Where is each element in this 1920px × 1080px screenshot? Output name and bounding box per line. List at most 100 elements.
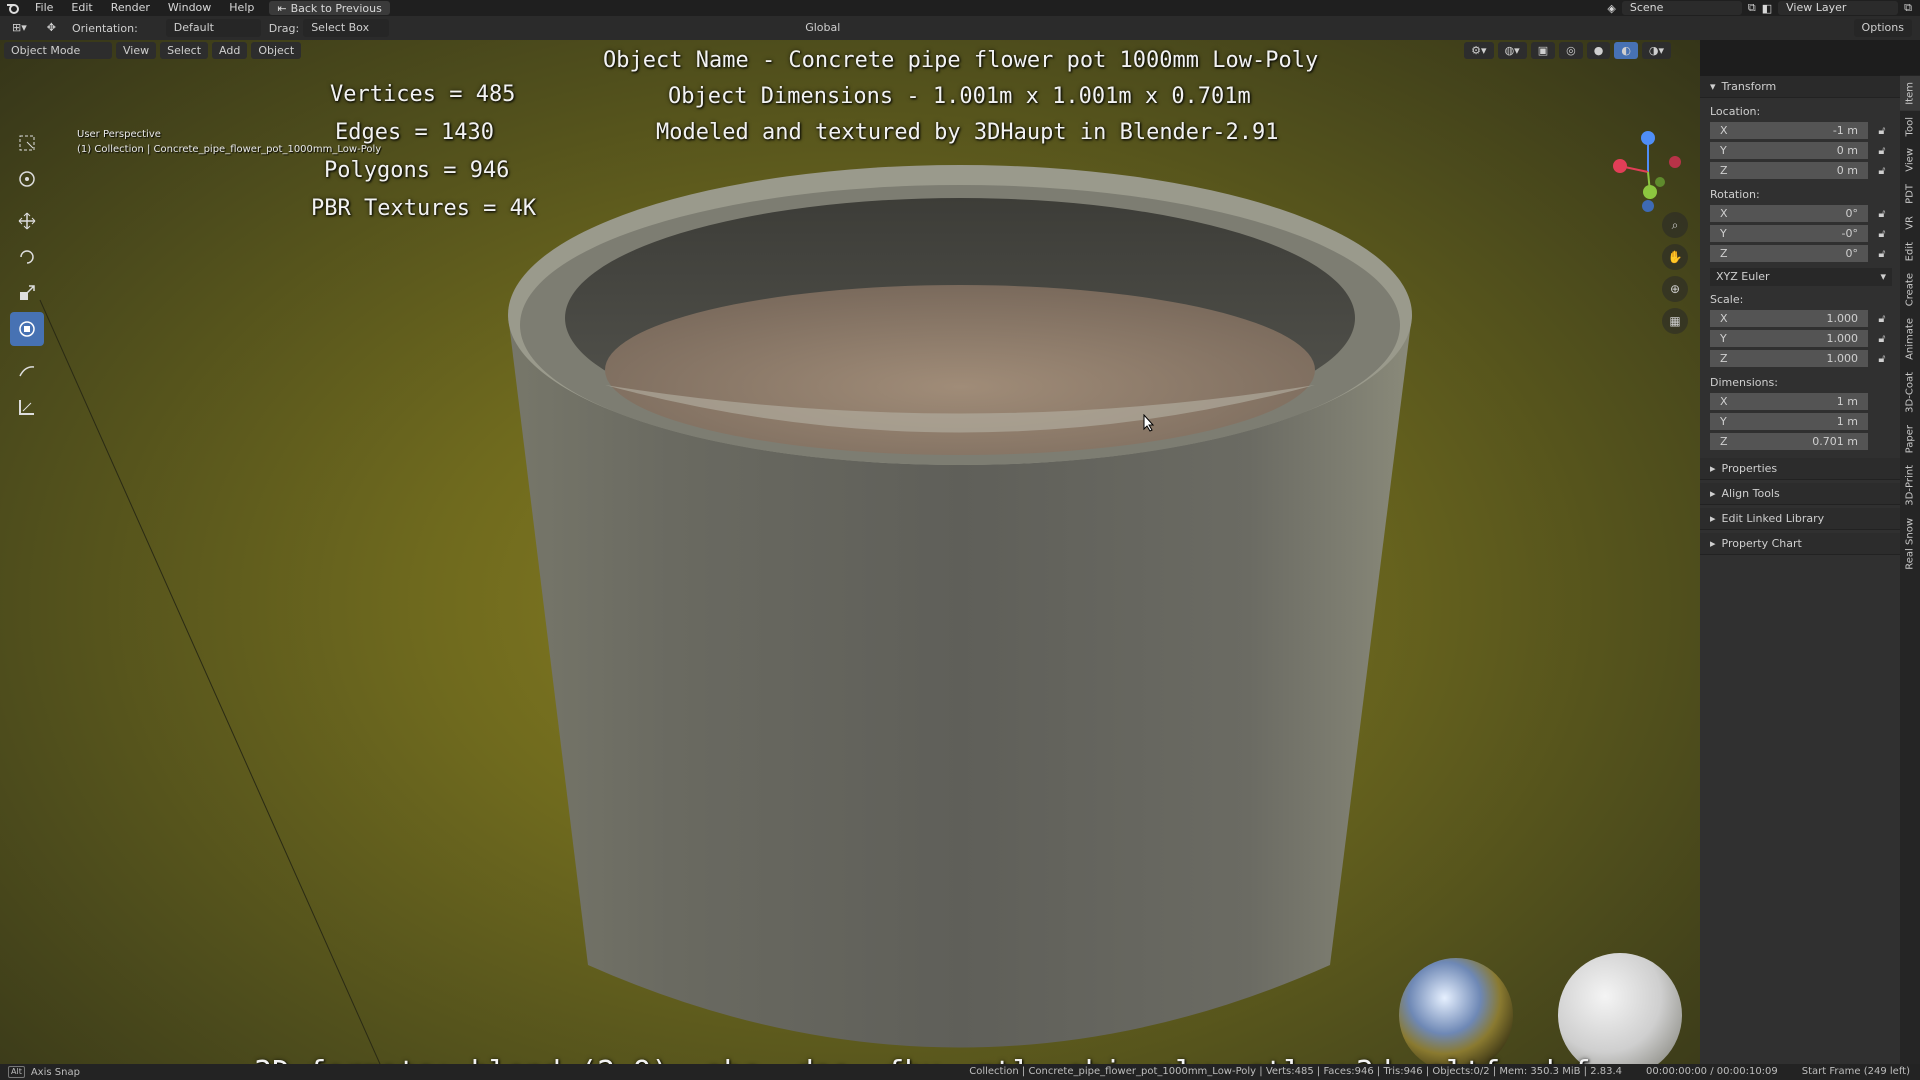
scale-x-field[interactable]: X 1.000 xyxy=(1710,310,1868,328)
options-dropdown[interactable]: Options xyxy=(1853,19,1912,37)
properties-panel-header[interactable]: ▸ Properties xyxy=(1700,458,1900,480)
scale-z-field[interactable]: Z 1.000 xyxy=(1710,350,1868,368)
overlays-toggle-icon[interactable]: ◍▾ xyxy=(1497,41,1527,59)
zoom-icon[interactable]: ⌕ xyxy=(1662,212,1688,238)
menu-file[interactable]: File xyxy=(26,0,62,16)
menu-render[interactable]: Render xyxy=(102,0,159,16)
menu-help[interactable]: Help xyxy=(220,0,263,16)
view-layer-icon[interactable]: ◧ xyxy=(1762,2,1772,15)
lock-icon[interactable]: 🔓︎ xyxy=(1872,207,1892,221)
orientation-label: Orientation: xyxy=(71,21,138,35)
add-menu[interactable]: Add xyxy=(212,41,248,59)
location-label: Location: xyxy=(1710,105,1761,118)
menu-edit[interactable]: Edit xyxy=(62,0,101,16)
scene-selector[interactable]: Scene xyxy=(1621,1,1742,15)
tab-create[interactable]: Create xyxy=(1900,267,1920,312)
rotation-x-row: X 0° 🔓︎ xyxy=(1710,204,1892,224)
tab-3d-print[interactable]: 3D-Print xyxy=(1900,459,1920,512)
object-menu[interactable]: Object xyxy=(251,41,302,59)
scale-tool-icon[interactable] xyxy=(10,276,44,310)
lock-icon[interactable]: 🔓︎ xyxy=(1872,227,1892,241)
scene-icon[interactable]: ◈ xyxy=(1607,2,1615,15)
lock-icon[interactable]: 🔓︎ xyxy=(1872,164,1892,178)
drag-dropdown[interactable]: Select Box xyxy=(303,19,390,37)
view-layer-selector[interactable]: View Layer xyxy=(1778,1,1899,15)
tab-animate[interactable]: Animate xyxy=(1900,312,1920,366)
property-chart-panel-header[interactable]: ▸ Property Chart xyxy=(1700,533,1900,555)
scale-z-row: Z 1.000 🔓︎ xyxy=(1710,349,1892,369)
shading-wireframe-icon[interactable]: ◎ xyxy=(1559,41,1583,59)
transform-tool-icon[interactable] xyxy=(10,312,44,346)
x-axis-icon xyxy=(1613,159,1627,173)
drag-label: Drag: xyxy=(268,21,300,35)
lock-icon[interactable]: 🔓︎ xyxy=(1872,332,1892,346)
shading-material-icon[interactable]: ◐ xyxy=(1614,41,1638,59)
dimensions-x-field[interactable]: X1 m xyxy=(1710,393,1868,411)
tab-edit[interactable]: Edit xyxy=(1900,236,1920,267)
camera-view-icon[interactable]: ⊕ xyxy=(1662,276,1688,302)
tab-real-snow[interactable]: Real Snow xyxy=(1900,512,1920,576)
rotate-tool-icon[interactable] xyxy=(10,240,44,274)
dimensions-x-row: X1 m xyxy=(1710,392,1892,412)
location-z-field[interactable]: Z0 m xyxy=(1710,162,1868,180)
new-view-layer-icon[interactable]: ⧉ xyxy=(1904,1,1912,15)
measure-tool-icon[interactable] xyxy=(10,390,44,424)
lock-icon[interactable]: 🔓︎ xyxy=(1872,144,1892,158)
mouse-cursor-icon xyxy=(1143,413,1155,435)
tab-item[interactable]: Item xyxy=(1900,76,1920,111)
tab-tool[interactable]: Tool xyxy=(1900,111,1920,142)
back-icon: ⇤ xyxy=(277,1,287,15)
location-x-field[interactable]: X -1 m xyxy=(1710,122,1868,140)
lock-icon[interactable]: 🔓︎ xyxy=(1872,247,1892,261)
new-scene-icon[interactable]: ⧉ xyxy=(1748,1,1756,15)
location-y-field[interactable]: Y0 m xyxy=(1710,142,1868,160)
select-box-tool-icon[interactable] xyxy=(10,126,44,160)
dimensions-z-field[interactable]: Z 0.701 m xyxy=(1710,433,1868,451)
rotation-y-row: Y -0° 🔓︎ xyxy=(1710,224,1892,244)
cursor-tool-icon[interactable] xyxy=(10,162,44,196)
tab-pdt[interactable]: PDT xyxy=(1900,178,1920,210)
tab-paper[interactable]: Paper xyxy=(1900,419,1920,459)
tab-vr[interactable]: VR xyxy=(1900,210,1920,236)
navigation-gizmo[interactable] xyxy=(1600,124,1690,214)
xray-toggle-icon[interactable]: ▣ xyxy=(1530,41,1556,59)
shading-rendered-icon[interactable]: ◑▾ xyxy=(1641,41,1672,59)
collapsed-panels: ▸ Properties ▸ Align Tools ▸ Edit Linked Li… xyxy=(1700,458,1900,555)
shading-solid-icon[interactable]: ● xyxy=(1586,41,1611,59)
rotation-y-field[interactable]: Y -0° xyxy=(1710,225,1868,243)
transform-orientation-dropdown[interactable]: Global xyxy=(797,19,848,37)
annotate-tool-icon[interactable] xyxy=(10,354,44,388)
tab-3d-coat[interactable]: 3D-Coat xyxy=(1900,366,1920,419)
dimensions-y-field[interactable]: Y1 m xyxy=(1710,413,1868,431)
ortho-grid-icon[interactable]: ▦ xyxy=(1662,308,1688,334)
lock-icon[interactable]: 🔓︎ xyxy=(1872,312,1892,326)
edit-linked-library-panel-header[interactable]: ▸ Edit Linked Library xyxy=(1700,508,1900,530)
editor-type-icon[interactable]: ⊞▾ xyxy=(4,19,35,37)
rotation-mode-dropdown[interactable]: XYZ Euler ▾ xyxy=(1710,268,1892,286)
rotation-x-field[interactable]: X 0° xyxy=(1710,205,1868,223)
active-tool-icon[interactable]: ✥ xyxy=(39,19,64,37)
tab-view[interactable]: View xyxy=(1900,142,1920,178)
transform-group: Location: X -1 m 🔓︎ Y0 m 🔓︎ Z0 m 🔓︎ Rotation… xyxy=(1700,105,1900,452)
object-mode-dropdown[interactable]: Object Mode xyxy=(4,41,112,59)
back-to-previous-button[interactable]: ⇤ Back to Previous xyxy=(269,1,390,15)
orientation-dropdown[interactable]: Default xyxy=(165,19,261,37)
blender-logo-icon[interactable] xyxy=(0,2,26,14)
menu-window[interactable]: Window xyxy=(159,0,220,16)
transform-panel-header[interactable]: ▾ Transform xyxy=(1700,76,1900,98)
scale-label: Scale: xyxy=(1710,293,1744,306)
dimensions-label: Dimensions: xyxy=(1710,376,1778,389)
pan-hand-icon[interactable]: ✋ xyxy=(1662,244,1688,270)
select-menu[interactable]: Select xyxy=(160,41,209,59)
lock-icon[interactable]: 🔓︎ xyxy=(1872,352,1892,366)
align-tools-panel-header[interactable]: ▸ Align Tools xyxy=(1700,483,1900,505)
scale-y-field[interactable]: Y 1.000 xyxy=(1710,330,1868,348)
move-tool-icon[interactable] xyxy=(10,204,44,238)
view-menu[interactable]: View xyxy=(116,41,157,59)
overlay-pbr: PBR Textures = 4K xyxy=(311,196,537,221)
rotation-z-field[interactable]: Z 0° xyxy=(1710,245,1868,263)
3d-viewport[interactable]: User Perspective (1) Collection | Concre… xyxy=(0,40,1700,1064)
gizmo-toggle-icon[interactable]: ⚙▾ xyxy=(1464,41,1494,59)
tool-header: ⊞▾ ✥ Orientation: Default Drag: Select B… xyxy=(0,16,1920,40)
lock-icon[interactable]: 🔓︎ xyxy=(1872,124,1892,138)
